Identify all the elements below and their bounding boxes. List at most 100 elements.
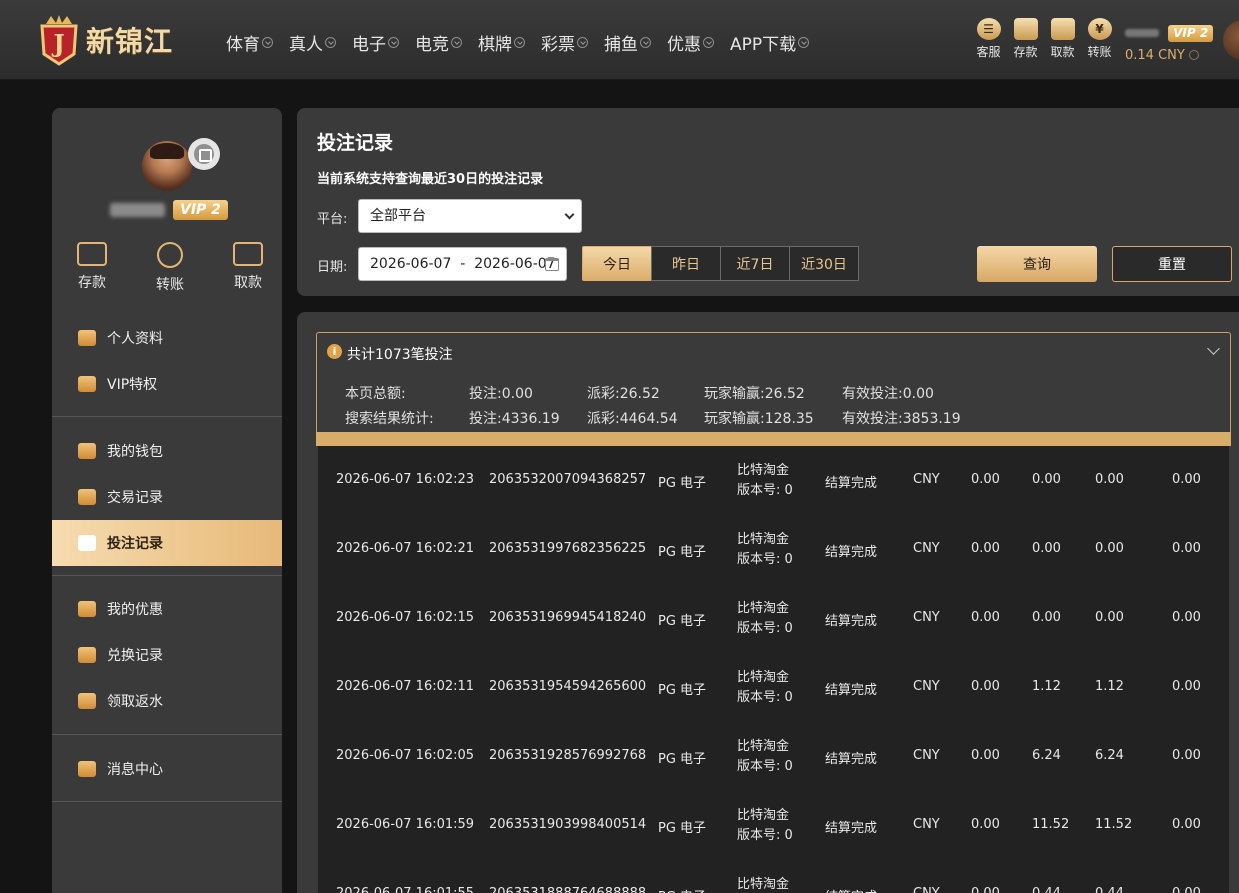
date-range-picker[interactable]: 2026-06-07 - 2026-06-07 bbox=[358, 247, 567, 281]
withdraw-button[interactable]: 取款 bbox=[1044, 18, 1081, 60]
game-info: 比特淘金版本号: 0 bbox=[737, 806, 793, 846]
divider bbox=[52, 734, 282, 735]
currency: CNY bbox=[913, 748, 940, 763]
transfer-button[interactable]: ¥ 转账 bbox=[1081, 18, 1118, 60]
chevron-down-icon bbox=[577, 37, 588, 48]
sidebar-item-profile[interactable]: 个人资料 bbox=[52, 315, 282, 361]
valid-bet: 0.00 bbox=[1172, 748, 1201, 763]
nav-label: 真人 bbox=[289, 35, 323, 55]
payout: 1.12 bbox=[1032, 679, 1061, 694]
nav-item[interactable]: 体育 bbox=[226, 30, 273, 55]
game-name: 比特淘金 bbox=[737, 463, 790, 478]
site-logo[interactable]: J 新锦江 bbox=[36, 12, 173, 68]
customer-service-button[interactable]: ☰ 客服 bbox=[970, 18, 1007, 60]
last-30-days-button[interactable]: 近30日 bbox=[789, 246, 859, 281]
summary-winloss: 玩家输赢:26.52 bbox=[704, 386, 805, 402]
order-number: 2063531969945418240 bbox=[489, 610, 647, 625]
bell-icon bbox=[78, 761, 96, 777]
payout: 0.44 bbox=[1032, 886, 1061, 893]
order-number: 2063531997682356225 bbox=[489, 541, 647, 556]
sidebar-item-exchange[interactable]: 兑换记录 bbox=[52, 632, 282, 678]
calendar-icon bbox=[545, 258, 559, 271]
transfer-icon: ¥ bbox=[1087, 18, 1112, 40]
win-loss: 0.00 bbox=[1095, 472, 1124, 487]
username-blurred bbox=[1125, 28, 1159, 37]
user-info[interactable]: VIP 2 0.14 CNY bbox=[1125, 22, 1214, 63]
chevron-down-icon bbox=[325, 37, 336, 48]
summary-bet: 投注:4336.19 bbox=[469, 411, 560, 427]
game-version: 版本号: 0 bbox=[737, 759, 793, 774]
action-label: 转账 bbox=[1087, 45, 1112, 59]
nav-item[interactable]: 棋牌 bbox=[478, 30, 525, 55]
reset-button[interactable]: 重置 bbox=[1112, 246, 1232, 282]
table-row: 2026-06-07 16:01:59 2063531903998400514 PG… bbox=[318, 791, 1229, 860]
game-name: 比特淘金 bbox=[737, 877, 790, 892]
menu-group-promo: 我的优惠 兑换记录 领取返水 bbox=[52, 586, 282, 724]
sidebar-item-label: VIP特权 bbox=[107, 377, 158, 393]
sidebar-item-rebate[interactable]: 领取返水 bbox=[52, 678, 282, 724]
bet-time: 2026-06-07 16:02:11 bbox=[336, 679, 475, 694]
nav-item[interactable]: 彩票 bbox=[541, 30, 588, 55]
table-row: 2026-06-07 16:02:15 2063531969945418240 PG… bbox=[318, 584, 1229, 653]
sidebar-item-vip[interactable]: VIP特权 bbox=[52, 361, 282, 407]
vip-badge: VIP 2 bbox=[173, 200, 228, 220]
status: 结算完成 bbox=[825, 545, 878, 560]
sidebar-item-messages[interactable]: 消息中心 bbox=[52, 746, 282, 792]
chevron-down-icon bbox=[388, 37, 399, 48]
document-icon bbox=[78, 489, 96, 505]
rebate-icon bbox=[78, 693, 96, 709]
payout: 0.00 bbox=[1032, 472, 1061, 487]
query-button[interactable]: 查询 bbox=[977, 246, 1097, 282]
nav-item[interactable]: 捕鱼 bbox=[604, 30, 651, 55]
edit-profile-button[interactable] bbox=[188, 138, 220, 170]
bet-amount: 0.00 bbox=[971, 610, 1000, 625]
platform: PG 电子 bbox=[658, 752, 707, 767]
bet-time: 2026-06-07 16:02:21 bbox=[336, 541, 475, 556]
avatar[interactable] bbox=[1223, 20, 1239, 60]
divider bbox=[52, 575, 282, 576]
quick-deposit-button[interactable]: 存款 bbox=[70, 242, 114, 294]
money-bag-icon bbox=[78, 647, 96, 663]
status: 结算完成 bbox=[825, 886, 877, 893]
deposit-button[interactable]: 存款 bbox=[1007, 18, 1044, 60]
bet-time: 2026-06-07 16:02:23 bbox=[336, 472, 475, 487]
sidebar-item-wallet[interactable]: 我的钱包 bbox=[52, 428, 282, 474]
game-info: 比特淘金版本号: 0 bbox=[737, 875, 793, 893]
bet-time: 2026-06-07 16:02:15 bbox=[336, 610, 475, 625]
yesterday-button[interactable]: 昨日 bbox=[651, 246, 721, 281]
summary-label: 搜索结果统计: bbox=[345, 411, 434, 427]
table-row: 2026-06-07 16:02:23 2063532007094368257 PG… bbox=[318, 446, 1229, 515]
order-number: 2063531888764688888 bbox=[489, 886, 646, 893]
nav-label: 体育 bbox=[226, 35, 260, 55]
sidebar-item-transactions[interactable]: 交易记录 bbox=[52, 474, 282, 520]
nav-item[interactable]: 电竞 bbox=[415, 30, 462, 55]
chevron-down-icon[interactable] bbox=[1207, 342, 1220, 355]
last-7-days-button[interactable]: 近7日 bbox=[720, 246, 790, 281]
quick-transfer-button[interactable]: 转账 bbox=[148, 242, 192, 294]
action-label: 客服 bbox=[976, 45, 1001, 59]
sidebar-item-bet-records[interactable]: 投注记录 bbox=[52, 520, 282, 566]
gift-icon bbox=[78, 601, 96, 617]
sidebar-item-promotions[interactable]: 我的优惠 bbox=[52, 586, 282, 632]
nav-item[interactable]: 电子 bbox=[352, 30, 399, 55]
quick-withdraw-button[interactable]: 取款 bbox=[226, 242, 270, 294]
id-card-icon bbox=[78, 330, 96, 346]
summary-bet: 投注:0.00 bbox=[469, 386, 533, 402]
nav-item[interactable]: 优惠 bbox=[667, 30, 714, 55]
bet-records-table: 2026-06-07 16:02:23 2063532007094368257 PG… bbox=[318, 446, 1229, 893]
balance[interactable]: 0.14 CNY bbox=[1125, 48, 1213, 63]
table-row: 2026-06-07 16:02:11 2063531954594265600 PG… bbox=[318, 653, 1229, 722]
edit-icon bbox=[194, 144, 214, 164]
chevron-down-icon bbox=[262, 37, 273, 48]
refresh-icon[interactable] bbox=[1188, 50, 1199, 60]
bet-amount: 0.00 bbox=[971, 679, 1000, 694]
nav-item[interactable]: 真人 bbox=[289, 30, 336, 55]
date-range-value: 2026-06-07 - 2026-06-07 bbox=[370, 256, 556, 272]
bet-time: 2026-06-07 16:01:55 bbox=[336, 886, 474, 893]
platform-select[interactable]: 全部平台 bbox=[358, 199, 582, 233]
nav-item[interactable]: APP下载 bbox=[730, 30, 810, 55]
nav-label: 捕鱼 bbox=[604, 35, 638, 55]
sidebar-user: VIP 2 bbox=[110, 200, 228, 220]
today-button[interactable]: 今日 bbox=[582, 246, 652, 281]
sidebar-item-label: 交易记录 bbox=[107, 490, 163, 506]
